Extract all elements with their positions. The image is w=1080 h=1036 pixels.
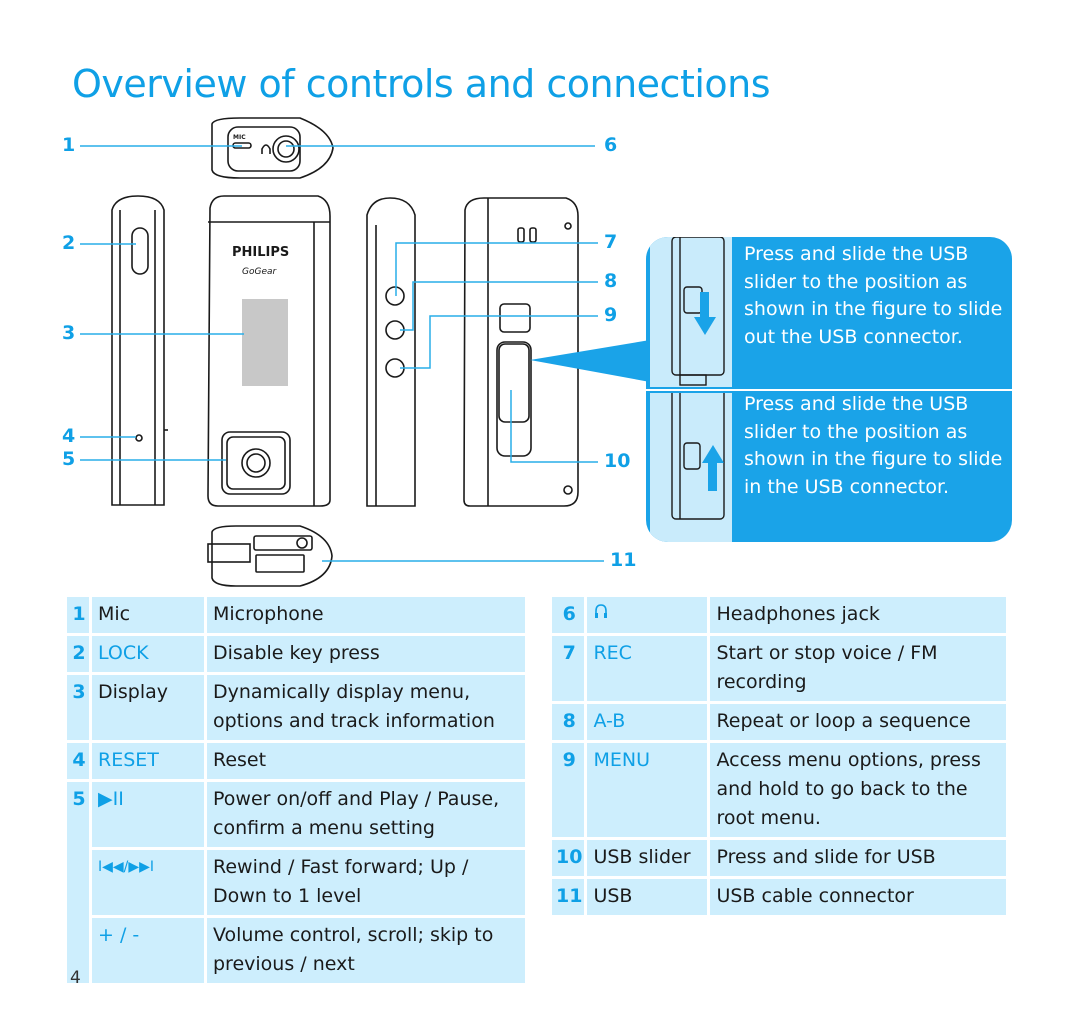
row-number: 2 — [67, 636, 89, 672]
usb-instructions-panel: Press and slide the USB slider to the po… — [646, 237, 1012, 542]
control-name: USB — [587, 879, 708, 915]
page-number: 4 — [70, 968, 81, 988]
device-bottom-view — [207, 525, 333, 587]
slide-in-instruction: Press and slide the USB slider to the po… — [744, 393, 1003, 498]
control-description: Dynamically display menu, options and tr… — [207, 675, 525, 740]
device-left-side-view — [111, 195, 168, 506]
slide-out-instruction: Press and slide the USB slider to the po… — [744, 243, 1003, 348]
mic-label: MIC — [233, 134, 246, 141]
control-name: RESET — [92, 743, 204, 779]
control-name: Mic — [92, 597, 204, 633]
usb-slide-in-figure — [650, 388, 732, 542]
play-pause-icon: ▶II — [92, 782, 204, 847]
brand-label: PHILIPS — [232, 245, 289, 260]
callout-10: 10 — [604, 450, 631, 472]
control-description: Power on/off and Play / Pause, confirm a… — [207, 782, 525, 847]
row-number: 4 — [67, 743, 89, 779]
control-description: Access menu options, press and hold to g… — [710, 743, 1006, 837]
table-row: 10 USB slider Press and slide for USB — [552, 840, 1006, 876]
table-row: 9 MENU Access menu options, press and ho… — [552, 743, 1006, 837]
rewind-fastforward-icon: I◀◀/▶▶I — [92, 850, 204, 915]
volume-keys: + / - — [92, 918, 204, 983]
row-number: 5 — [67, 782, 89, 983]
table-row: 4 RESET Reset — [67, 743, 525, 779]
display-screen — [242, 299, 288, 386]
row-number: 9 — [552, 743, 585, 837]
callout-4: 4 — [62, 425, 76, 447]
controls-table-left: 1 Mic Microphone 2 LOCK Disable key pres… — [64, 594, 528, 986]
callout-11: 11 — [610, 549, 637, 571]
usb-pointer — [530, 340, 650, 382]
row-number: 3 — [67, 675, 89, 740]
controls-table-right: 6 Headphones jack 7 REC Start or stop vo… — [549, 594, 1009, 918]
table-row: I◀◀/▶▶I Rewind / Fast forward; Up / Down… — [67, 850, 525, 915]
control-description: Reset — [207, 743, 525, 779]
table-row: 2 LOCK Disable key press — [67, 636, 525, 672]
callout-9: 9 — [604, 304, 618, 326]
control-description: Disable key press — [207, 636, 525, 672]
control-description: Start or stop voice / FM recording — [710, 636, 1006, 701]
table-row: 7 REC Start or stop voice / FM recording — [552, 636, 1006, 701]
control-name: REC — [587, 636, 708, 701]
row-number: 10 — [552, 840, 585, 876]
control-name: USB slider — [587, 840, 708, 876]
callout-2: 2 — [62, 232, 76, 254]
row-number: 7 — [552, 636, 585, 701]
row-number: 6 — [552, 597, 585, 633]
control-description: Volume control, scroll; skip to previous… — [207, 918, 525, 983]
table-row: 3 Display Dynamically display menu, opti… — [67, 675, 525, 740]
table-row: 8 A-B Repeat or loop a sequence — [552, 704, 1006, 740]
callout-3: 3 — [62, 322, 76, 344]
table-row: 1 Mic Microphone — [67, 597, 525, 633]
control-description: Microphone — [207, 597, 525, 633]
row-number: 8 — [552, 704, 585, 740]
control-name: Display — [92, 675, 204, 740]
control-description: Press and slide for USB — [710, 840, 1006, 876]
control-name: MENU — [587, 743, 708, 837]
device-right-side-view — [366, 197, 416, 507]
usb-slide-out-figure — [650, 237, 732, 387]
leader-lines — [80, 145, 604, 562]
callout-8: 8 — [604, 270, 618, 292]
callout-6: 6 — [604, 134, 618, 156]
control-description: Rewind / Fast forward; Up / Down to 1 le… — [207, 850, 525, 915]
control-description: USB cable connector — [710, 879, 1006, 915]
table-row: 5 ▶II Power on/off and Play / Pause, con… — [67, 782, 525, 983]
callout-7: 7 — [604, 231, 618, 253]
callout-1: 1 — [62, 134, 76, 156]
row-number: 1 — [67, 597, 89, 633]
table-row: 6 Headphones jack — [552, 597, 1006, 633]
control-description: Headphones jack — [710, 597, 1006, 633]
callout-5: 5 — [62, 448, 76, 470]
table-row: + / - Volume control, scroll; skip to pr… — [67, 918, 525, 983]
device-back-view — [463, 197, 579, 507]
control-name: LOCK — [92, 636, 204, 672]
headphones-icon — [587, 597, 708, 633]
model-label: GoGear — [242, 267, 278, 277]
row-number: 11 — [552, 879, 585, 915]
device-top-view — [211, 117, 334, 179]
control-description: Repeat or loop a sequence — [710, 704, 1006, 740]
control-name: A-B — [587, 704, 708, 740]
table-row: 11 USB USB cable connector — [552, 879, 1006, 915]
